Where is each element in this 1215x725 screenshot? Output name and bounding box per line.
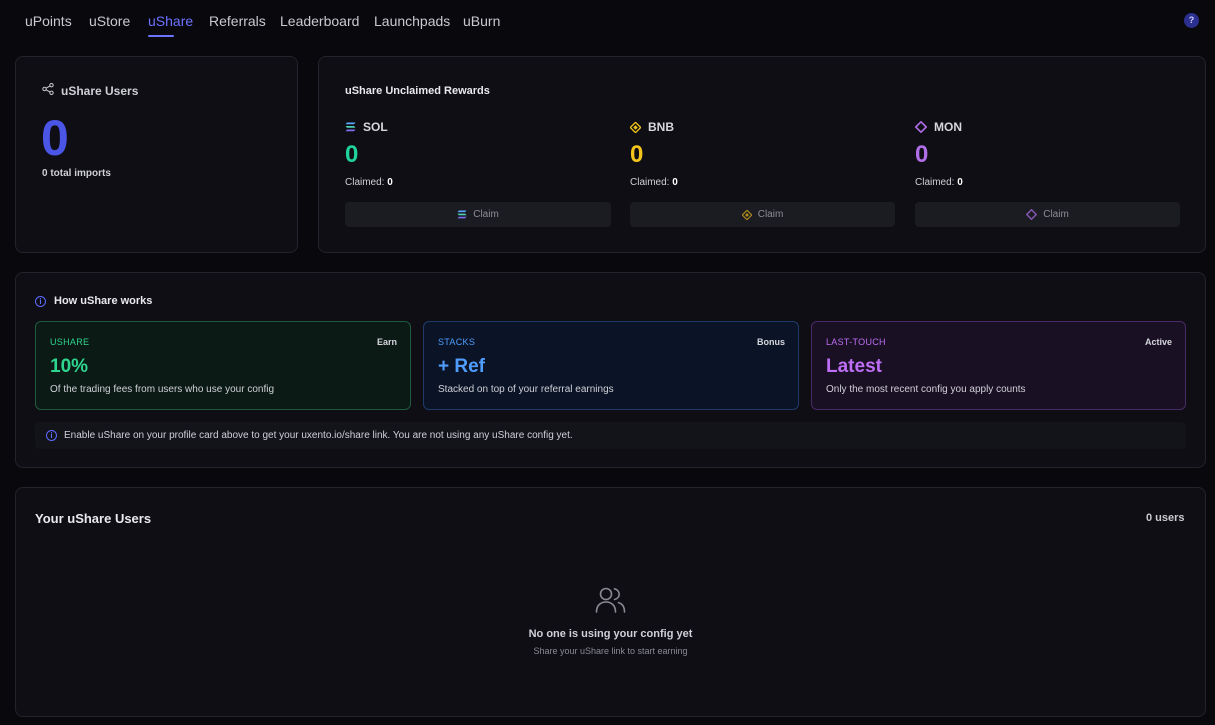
claim-label: Claim [757,209,784,220]
bnb-claim-button[interactable]: Claim [630,202,895,227]
feature-description: Stacked on top of your referral earnings [438,384,614,395]
feature-tag: Earn [376,337,397,347]
tab-launchpads[interactable]: Launchpads [374,13,450,29]
active-tab-indicator [148,35,174,37]
top-navigation: uPoints uStore uShare Referrals Leaderbo… [0,0,1215,44]
bnb-symbol: BNB [648,120,674,134]
feature-description: Only the most recent config you apply co… [826,384,1026,395]
feature-label: STACKS [438,337,476,347]
unclaimed-rewards-title: uShare Unclaimed Rewards [345,85,490,97]
solana-icon [457,210,467,219]
unclaimed-rewards-card: uShare Unclaimed Rewards SOL 0 Claimed: … [318,56,1206,253]
feature-label: LAST-TOUCH [826,337,886,347]
feature-stacks: STACKS Bonus + Ref Stacked on top of you… [423,321,799,410]
tab-uburn[interactable]: uBurn [463,13,500,29]
solana-icon [345,122,356,132]
info-icon: i [35,295,46,307]
notice-text: Enable uShare on your profile card above… [64,430,573,441]
feature-label: USHARE [50,337,90,347]
your-ushare-users-card: Your uShare Users 0 users No one is usin… [15,487,1206,717]
feature-value: 10% [50,356,89,377]
bnb-icon [741,209,752,220]
sol-symbol: SOL [363,120,388,134]
mon-symbol: MON [934,120,962,134]
claim-label: Claim [473,209,499,220]
claim-label: Claim [1043,209,1069,220]
users-icon [595,587,626,613]
total-imports-text: 0 total imports [42,168,111,179]
monad-icon [915,121,927,133]
sol-claim-button[interactable]: Claim [345,202,611,227]
feature-value: + Ref [438,356,485,377]
help-button[interactable]: ? [1184,13,1199,28]
ushare-users-count: 0 [41,110,69,166]
empty-state-subtitle: Share your uShare link to start earning [533,646,688,656]
ushare-notice: i Enable uShare on your profile card abo… [35,422,1186,449]
feature-ushare: USHARE Earn 10% Of the trading fees from… [35,321,411,410]
bnb-unclaimed-value: 0 [630,141,644,168]
feature-tag: Bonus [757,337,785,347]
monad-icon [1026,209,1038,220]
tab-ustore[interactable]: uStore [89,13,130,29]
sol-token-header: SOL [345,120,388,134]
your-ushare-users-title: Your uShare Users [35,511,152,526]
feature-description: Of the trading fees from users who use y… [50,384,274,395]
bnb-claimed: Claimed: 0 [630,177,678,188]
info-icon: i [46,430,57,441]
users-count-label: 0 users [1146,512,1185,524]
how-ushare-works-title: How uShare works [54,295,153,307]
empty-state-title: No one is using your config yet [528,628,693,640]
sol-claimed: Claimed: 0 [345,177,393,188]
feature-value: Latest [826,356,882,377]
how-ushare-works-card: i How uShare works USHARE Earn 10% Of th… [15,272,1206,468]
bnb-icon [630,121,641,133]
feature-tag: Active [1144,337,1172,347]
ushare-users-title: uShare Users [61,84,139,98]
tab-leaderboard[interactable]: Leaderboard [280,13,359,29]
sol-unclaimed-value: 0 [345,141,359,168]
tab-ushare[interactable]: uShare [148,13,193,29]
tab-referrals[interactable]: Referrals [209,13,266,29]
mon-claim-button[interactable]: Claim [915,202,1180,227]
ushare-users-card: uShare Users 0 0 total imports [15,56,298,253]
how-ushare-works-header: i How uShare works [35,295,152,307]
share-icon [42,83,54,95]
feature-last-touch: LAST-TOUCH Active Latest Only the most r… [811,321,1186,410]
mon-claimed: Claimed: 0 [915,177,963,188]
tab-upoints[interactable]: uPoints [25,13,72,29]
bnb-token-header: BNB [630,120,674,134]
mon-token-header: MON [915,120,962,134]
mon-unclaimed-value: 0 [915,141,929,168]
